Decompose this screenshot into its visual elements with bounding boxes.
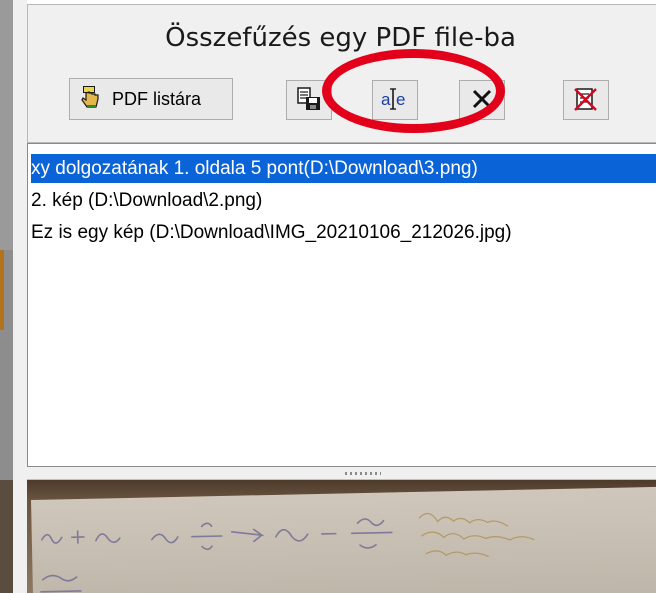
file-list[interactable]: xy dolgozatának 1. oldala 5 pont(D:\Down… — [27, 143, 656, 467]
handwriting-scribbles — [40, 512, 535, 593]
rename-text-icon: a e — [380, 86, 410, 115]
panel-title: Összefűzés egy PDF file-ba — [165, 23, 516, 53]
delete-x-icon — [470, 87, 494, 114]
pdf-list-button-label: PDF listára — [112, 88, 202, 109]
clear-list-button[interactable] — [563, 80, 609, 120]
left-edge-top — [0, 0, 13, 250]
list-item[interactable]: xy dolgozatának 1. oldala 5 pont(D:\Down… — [31, 154, 656, 183]
rename-button[interactable]: a e — [372, 80, 418, 120]
pdf-hand-icon — [80, 85, 102, 114]
save-list-icon — [296, 86, 322, 115]
delete-item-button[interactable] — [459, 80, 505, 120]
toolbar-panel: Összefűzés egy PDF file-ba PDF listára a… — [27, 4, 656, 143]
svg-text:a: a — [381, 90, 391, 109]
list-item[interactable]: 2. kép (D:\Download\2.png) — [31, 186, 268, 215]
panel-separator — [13, 0, 27, 593]
list-item[interactable]: Ez is egy kép (D:\Download\IMG_20210106_… — [31, 218, 518, 247]
save-list-button[interactable] — [286, 80, 332, 120]
splitter-grip — [345, 472, 381, 475]
left-edge-bottom — [0, 480, 13, 593]
clear-list-icon — [573, 86, 599, 115]
svg-text:e: e — [396, 90, 405, 109]
splitter-handle[interactable] — [27, 467, 656, 480]
left-window-edge — [0, 0, 13, 593]
left-edge-accent — [0, 250, 4, 330]
image-preview — [27, 480, 656, 593]
pdf-list-button[interactable]: PDF listára — [69, 78, 233, 120]
handwritten-paper-photo — [31, 486, 656, 593]
